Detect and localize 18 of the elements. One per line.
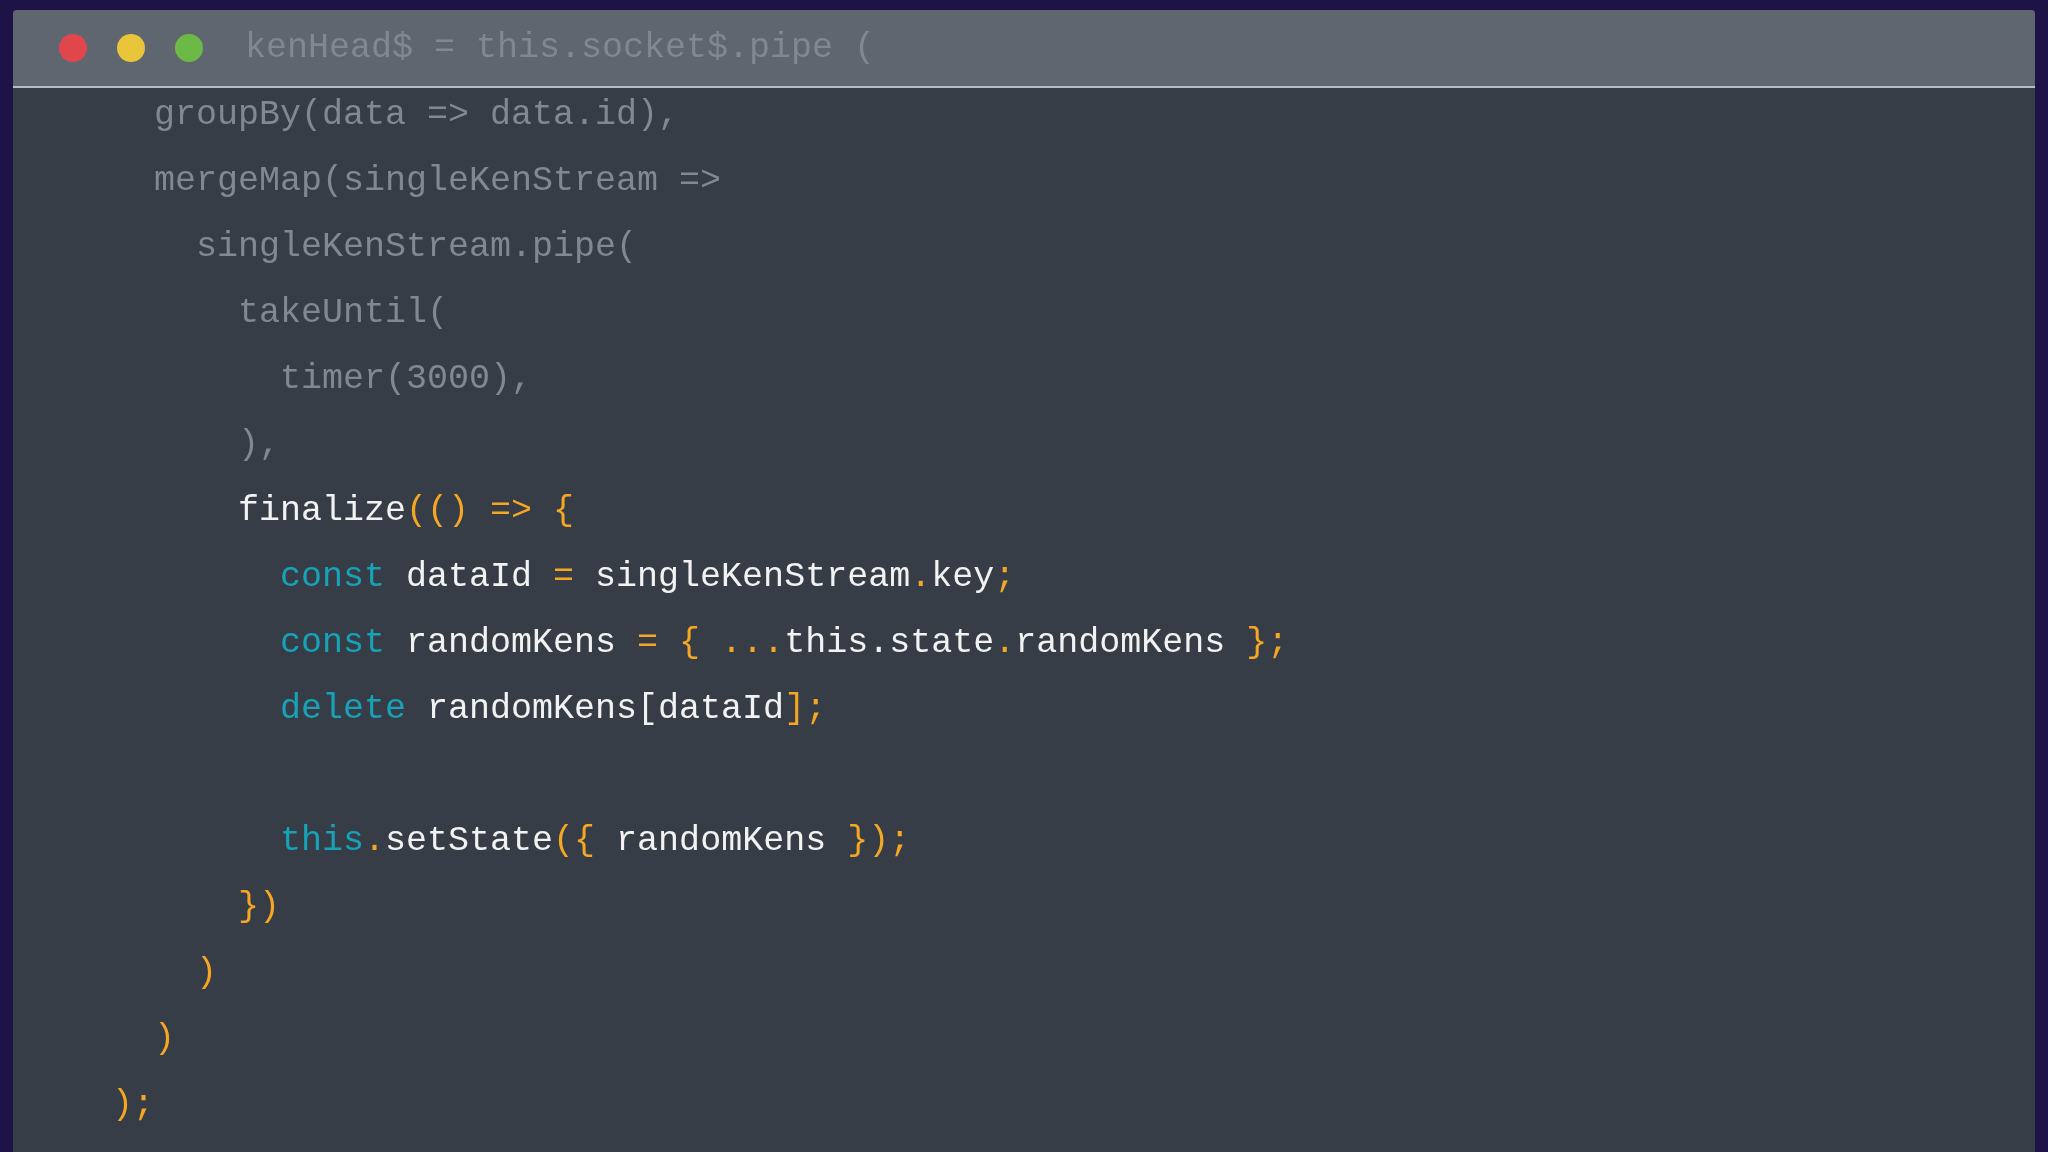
code-line: this.setState({ randomKens });	[279, 820, 911, 863]
close-button[interactable]	[59, 34, 87, 62]
code-line: )	[153, 1018, 175, 1061]
code-line: finalize(() => {	[237, 490, 575, 533]
code-line: );	[112, 1084, 154, 1127]
code-line: })	[237, 886, 281, 929]
minimize-button[interactable]	[117, 34, 145, 62]
zoom-button[interactable]	[175, 34, 203, 62]
code-line: singleKenStream.pipe(	[195, 226, 638, 269]
code-line: mergeMap(singleKenStream =>	[153, 160, 722, 203]
code-line: delete randomKens[dataId];	[279, 688, 827, 731]
code-line: groupBy(data => data.id),	[153, 94, 680, 137]
code-line: const dataId = singleKenStream.key;	[279, 556, 1016, 599]
code-line: timer(3000),	[279, 358, 533, 401]
code-line: const randomKens = { ...this.state.randomKens };	[279, 622, 1289, 665]
code-line: )	[195, 952, 218, 995]
code-line: ),	[237, 424, 281, 467]
code-line: takeUntil(	[237, 292, 449, 335]
